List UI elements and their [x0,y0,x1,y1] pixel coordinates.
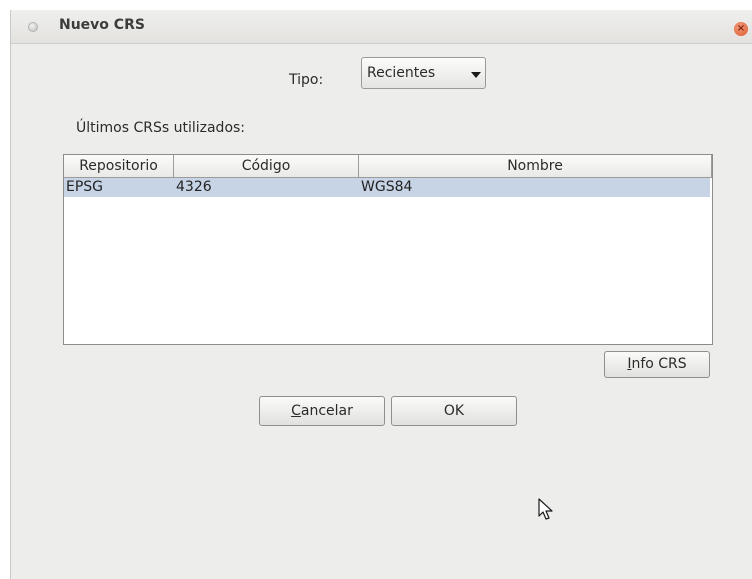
info-label-rest: nfo CRS [631,356,687,372]
chevron-down-icon [471,72,481,78]
title-bar[interactable]: Nuevo CRS × [11,10,752,44]
close-icon[interactable]: × [734,22,748,36]
info-crs-button[interactable]: Info CRS [604,351,710,378]
column-header-repositorio[interactable]: Repositorio [64,155,174,178]
cell-repositorio: EPSG [66,179,104,195]
cell-nombre: WGS84 [361,179,413,195]
recent-crs-label: Últimos CRSs utilizados: [76,120,246,136]
table-header: Repositorio Código Nombre [64,155,712,178]
crs-table: Repositorio Código Nombre EPSG 4326 WGS8… [63,154,713,345]
ok-button[interactable]: OK [391,396,517,426]
mouse-pointer-icon [538,498,553,520]
column-header-codigo[interactable]: Código [174,155,359,178]
dialog-window: Nuevo CRS × Tipo: Recientes Últimos CRSs… [10,10,752,579]
table-row[interactable]: EPSG 4326 WGS84 [64,178,710,197]
window-menu-icon[interactable] [28,22,38,32]
tipo-select[interactable]: Recientes [361,57,486,89]
tipo-label: Tipo: [289,72,324,88]
tipo-selected-value: Recientes [367,65,436,81]
cancel-mnemonic: C [291,403,301,419]
column-header-nombre[interactable]: Nombre [359,155,712,178]
cancel-button[interactable]: Cancelar [259,396,385,426]
window-title: Nuevo CRS [59,17,145,33]
cell-codigo: 4326 [176,179,212,195]
cancel-label-rest: ancelar [300,403,353,419]
